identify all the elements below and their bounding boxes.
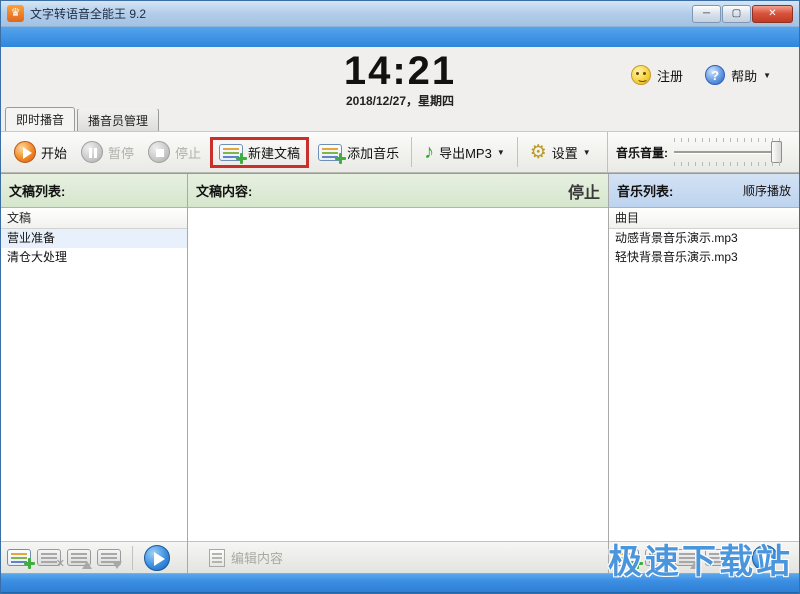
music-note-icon: ♪ (424, 142, 434, 162)
music-column-header[interactable]: 曲目 (609, 208, 799, 229)
main-toolbar: 开始 暂停 停止 新建文稿 添加音乐 ♪ 导出MP3 ▼ ⚙ (1, 131, 799, 173)
bottom-status-bar (1, 573, 799, 594)
document-content-panel: 文稿内容: 停止 编辑内容 (188, 174, 609, 573)
add-music-icon (318, 144, 342, 161)
play-music-button[interactable] (752, 545, 778, 571)
move-up-icon[interactable] (67, 549, 91, 566)
document-list[interactable]: 文稿 营业准备 清仓大处理 (1, 208, 187, 541)
music-volume-label: 音乐音量: (616, 144, 668, 161)
app-icon: ♛ (7, 5, 24, 22)
pause-button[interactable]: 暂停 (74, 137, 141, 167)
settings-caret-icon: ▼ (583, 148, 591, 157)
document-list-panel: 文稿列表: 文稿 营业准备 清仓大处理 ✕ (1, 174, 188, 573)
app-window: ♛ 文字转语音全能王 9.2 ─ ▢ ✕ 14:21 2018/12/27，星期… (0, 0, 800, 594)
playback-status: 停止 (568, 179, 600, 203)
list-item[interactable]: 清仓大处理 (1, 248, 187, 267)
clock-header: 14:21 2018/12/27，星期四 注册 ? 帮助 ▼ (1, 47, 799, 109)
music-list-header: 音乐列表: 顺序播放 (609, 174, 799, 208)
music-volume-slider[interactable] (674, 137, 782, 167)
stop-button[interactable]: 停止 (141, 137, 208, 167)
document-column-header[interactable]: 文稿 (1, 208, 187, 229)
minimize-button[interactable]: ─ (692, 5, 721, 23)
document-list-header: 文稿列表: (1, 174, 187, 208)
delete-music-track-icon[interactable]: ✕ (645, 549, 669, 566)
move-down-icon[interactable] (97, 549, 121, 566)
music-list-footer: ✕ (609, 541, 799, 573)
music-volume-area: 音乐音量: (607, 132, 800, 172)
tab-bar: 即时播音 播音员管理 (1, 109, 799, 131)
add-music-button[interactable]: 添加音乐 (311, 139, 406, 166)
footer-separator (740, 546, 741, 570)
help-caret-icon[interactable]: ▼ (763, 71, 771, 80)
help-icon: ? (705, 65, 725, 85)
smiley-icon (631, 65, 651, 85)
clock-date: 2018/12/27，星期四 (1, 92, 799, 109)
footer-separator (132, 546, 133, 570)
register-link[interactable]: 注册 (657, 66, 683, 85)
red-highlight-annotation: 新建文稿 (210, 137, 309, 168)
toolbar-separator (517, 137, 518, 167)
export-mp3-button[interactable]: ♪ 导出MP3 ▼ (417, 138, 512, 166)
play-icon (14, 141, 36, 163)
music-list[interactable]: 曲目 动感背景音乐演示.mp3 轻快背景音乐演示.mp3 (609, 208, 799, 541)
play-mode-label[interactable]: 顺序播放 (743, 182, 791, 199)
list-item[interactable]: 轻快背景音乐演示.mp3 (609, 248, 799, 267)
stop-icon (148, 141, 170, 163)
add-music-track-icon[interactable] (615, 549, 639, 566)
slider-thumb[interactable] (771, 141, 782, 163)
new-document-icon (219, 144, 243, 161)
pause-icon (81, 141, 103, 163)
window-title: 文字转语音全能王 9.2 (30, 5, 146, 22)
list-item[interactable]: 营业准备 (1, 229, 187, 248)
start-button[interactable]: 开始 (7, 137, 74, 167)
slider-ticks (674, 162, 782, 166)
title-bar: ♛ 文字转语音全能王 9.2 ─ ▢ ✕ (1, 1, 799, 27)
gear-icon: ⚙ (530, 143, 547, 162)
music-move-down-icon[interactable] (705, 549, 729, 566)
close-button[interactable]: ✕ (752, 5, 793, 23)
edit-document-icon (209, 549, 225, 567)
settings-button[interactable]: ⚙ 设置 ▼ (523, 139, 598, 166)
delete-document-icon[interactable]: ✕ (37, 549, 61, 566)
edit-content-button[interactable]: 编辑内容 (200, 544, 292, 571)
music-list-panel: 音乐列表: 顺序播放 曲目 动感背景音乐演示.mp3 轻快背景音乐演示.mp3 … (609, 174, 799, 573)
play-document-button[interactable] (144, 545, 170, 571)
toolbar-separator (411, 137, 412, 167)
list-item[interactable]: 动感背景音乐演示.mp3 (609, 229, 799, 248)
document-content-header: 文稿内容: 停止 (188, 174, 608, 208)
header-actions: 注册 ? 帮助 ▼ (631, 65, 771, 85)
new-document-button[interactable]: 新建文稿 (215, 141, 304, 164)
add-document-icon[interactable] (7, 549, 31, 566)
slider-ticks (674, 138, 782, 142)
tab-announcer-management[interactable]: 播音员管理 (77, 108, 159, 131)
main-area: 文稿列表: 文稿 营业准备 清仓大处理 ✕ 文稿内容: 停止 (1, 173, 799, 573)
document-content-footer: 编辑内容 (188, 541, 608, 573)
accent-strip (1, 27, 799, 47)
slider-track (674, 151, 782, 153)
window-controls: ─ ▢ ✕ (692, 5, 793, 23)
document-list-footer: ✕ (1, 541, 187, 573)
export-caret-icon: ▼ (497, 148, 505, 157)
maximize-button[interactable]: ▢ (722, 5, 751, 23)
tab-instant-broadcast[interactable]: 即时播音 (5, 107, 75, 132)
help-link[interactable]: 帮助 (731, 66, 757, 85)
music-move-up-icon[interactable] (675, 549, 699, 566)
document-content-area[interactable] (188, 208, 608, 541)
